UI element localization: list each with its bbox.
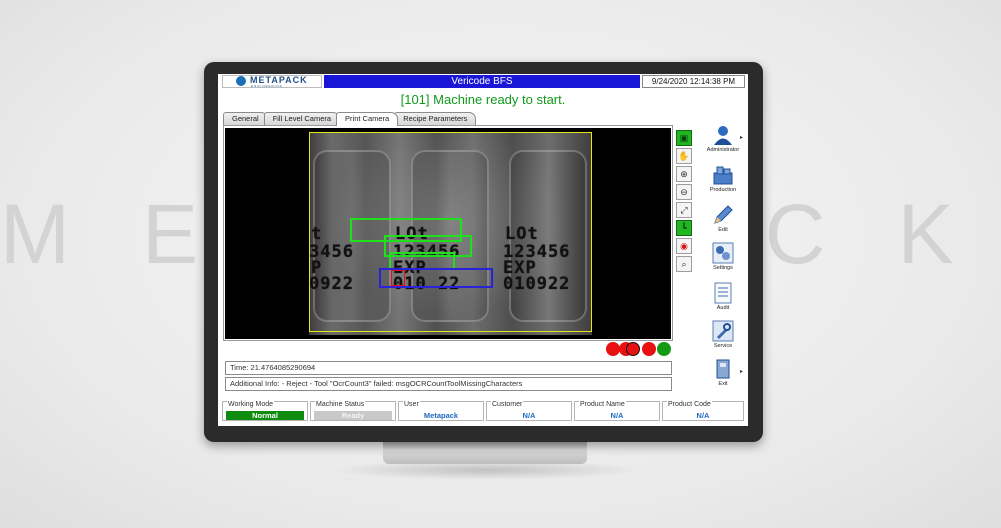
sidebar-item-label: Audit [716,305,730,311]
user-field: User Metapack [398,401,484,421]
customer-value: N/A [522,411,536,420]
tab-fill-level-camera[interactable]: Fill Level Camera [263,112,341,125]
sidebar-item-audit[interactable]: Audit [703,282,743,320]
user-value: Metapack [423,411,459,420]
hmi-screen: METAPACK ENGINEERING Vericode BFS 9/24/2… [218,74,748,426]
production-icon [713,166,733,185]
fit-icon[interactable]: ⤢ [676,202,692,218]
zoom-out-icon[interactable]: ⊖ [676,184,692,200]
tab-bar: General Fill Level Camera Print Camera R… [223,112,477,126]
select-tool-icon[interactable]: ▣ [676,130,692,146]
additional-info: Additional Info: - Reject - Tool "OcrCou… [225,377,672,391]
exit-icon [716,359,730,379]
field-label: Product Name [579,401,626,408]
sidebar-item-label: Exit [718,381,728,387]
sidebar-item-label: Service [713,343,733,349]
product-code-field: Product Code N/A [662,401,744,421]
working-mode-value: Normal [226,411,304,420]
sidebar-item-label: Edit [718,227,728,233]
customer-field: Customer N/A [486,401,572,421]
service-icon [712,320,734,342]
reject-indicator [626,342,640,356]
hand-tool-icon[interactable]: ✋ [676,148,692,164]
tab-general[interactable]: General [223,112,268,125]
reject-indicator [606,342,620,356]
inspection-indicators [606,342,676,358]
caret-icon: ▸ [739,369,743,375]
audit-icon [714,282,732,304]
monitor-stand [383,440,587,464]
sidebar-item-production[interactable]: Production [703,164,743,202]
sidebar: Administrator ▸ Production Edit Settings… [703,124,747,394]
sidebar-item-administrator[interactable]: Administrator ▸ [703,124,743,162]
product-name-field: Product Name N/A [574,401,660,421]
edit-icon [714,205,733,224]
machine-status-field: Machine Status Ready [310,401,396,421]
working-mode-field: Working Mode Normal [222,401,308,421]
user-icon [714,126,732,145]
sidebar-item-label: Administrator [706,147,740,153]
pass-indicator [657,342,671,356]
sidebar-item-settings[interactable]: Settings [703,242,743,280]
tool-strip: ▣ ✋ ⊕ ⊖ ⤢ ┗ ◉ ⌕ [674,128,694,280]
status-bar: Working Mode Normal Machine Status Ready… [218,398,748,424]
settings-icon [712,242,734,264]
tab-recipe-parameters[interactable]: Recipe Parameters [394,112,477,125]
app-title: Vericode BFS [324,75,640,88]
datetime-display: 9/24/2020 12:14:38 PM [642,75,745,88]
sidebar-item-service[interactable]: Service [703,320,743,358]
camera-view[interactable]: t 3456 P 0922 LOt 123456 EXP 010 22 LOt … [225,128,671,339]
field-label: Customer [491,401,524,408]
logo-subtext: ENGINEERING [251,84,284,88]
reject-indicator [642,342,656,356]
logo-icon [236,76,246,86]
caret-icon: ▸ [739,135,743,141]
machine-status-value: Ready [314,411,392,420]
product-code-value: N/A [696,411,710,420]
field-label: Machine Status [315,401,366,408]
title-bar: METAPACK ENGINEERING Vericode BFS 9/24/2… [218,74,748,89]
machine-status-message: [101] Machine ready to start. [400,92,566,107]
search-icon[interactable]: ⌕ [676,256,692,272]
time-info: Time: 21.4764085290694 [225,361,672,375]
product-name-value: N/A [610,411,624,420]
record-icon[interactable]: ◉ [676,238,692,254]
field-label: Product Code [667,401,712,408]
zoom-in-icon[interactable]: ⊕ [676,166,692,182]
tab-print-camera[interactable]: Print Camera [336,112,399,126]
sidebar-item-exit[interactable]: Exit ▸ [703,358,743,396]
field-label: User [403,401,420,408]
field-label: Working Mode [227,401,275,408]
roi-missing-char [391,270,405,286]
sidebar-item-label: Production [709,187,737,193]
sidebar-item-edit[interactable]: Edit [703,204,743,242]
roi-tool-icon[interactable]: ┗ [676,220,692,236]
sidebar-item-label: Settings [713,265,733,271]
